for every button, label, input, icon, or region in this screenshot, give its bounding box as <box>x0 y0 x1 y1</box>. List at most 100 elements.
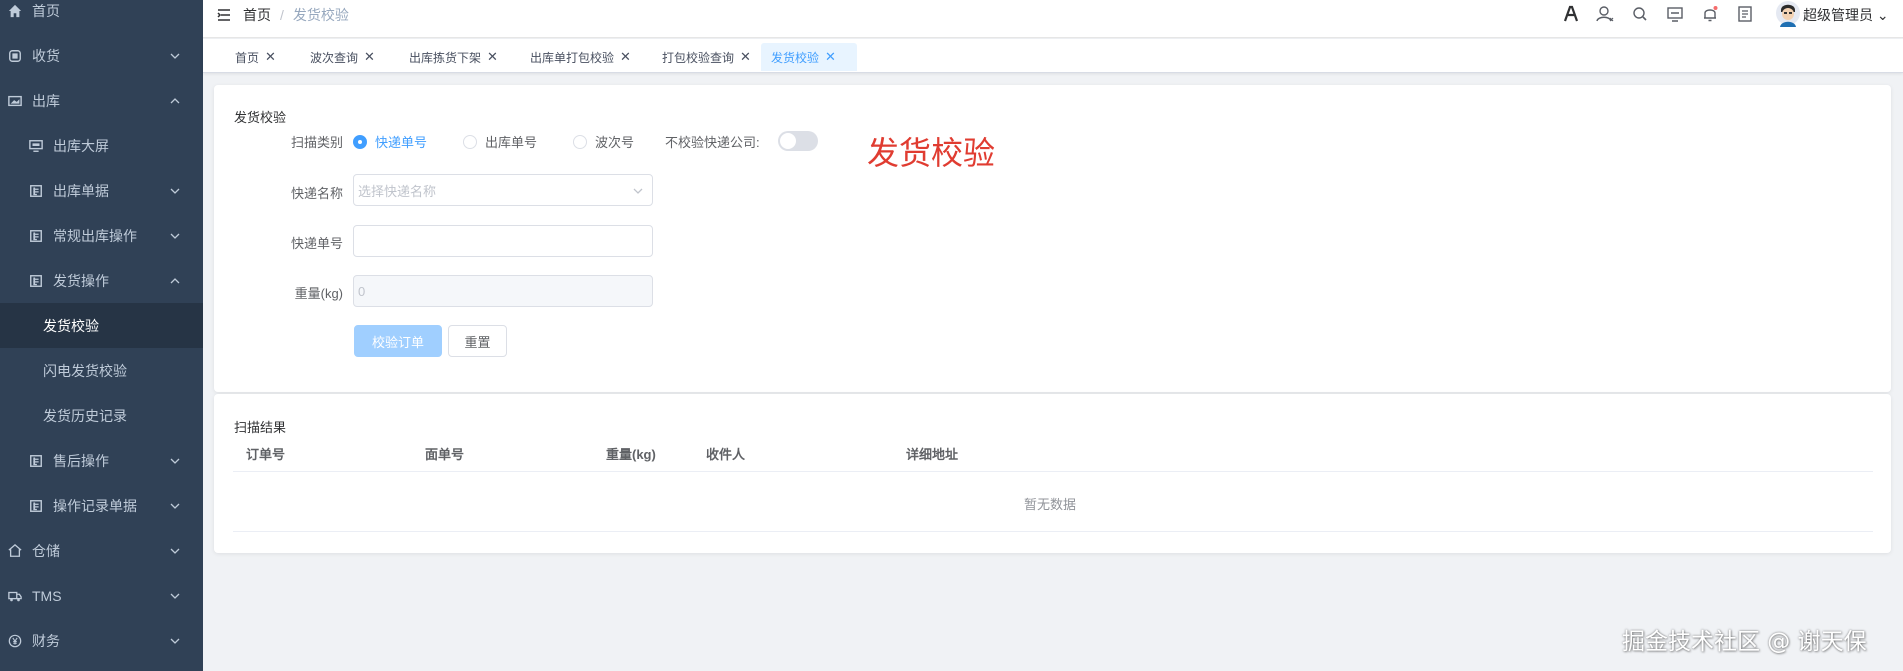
chevron-down-icon <box>169 184 181 196</box>
document-icon <box>29 274 43 288</box>
truck-icon <box>8 589 22 603</box>
radio-outbound-no[interactable]: 出库单号 <box>463 132 537 151</box>
table-empty-text: 暂无数据 <box>1024 497 1077 512</box>
chevron-down-icon <box>169 499 181 511</box>
sidebar-item-shipping-check[interactable]: 发货校验 <box>0 303 203 348</box>
chevron-down-icon: ⌄ <box>1873 7 1889 23</box>
no-check-express-label: 不校验快递公司: <box>665 135 760 150</box>
radio-dot <box>353 134 367 149</box>
sidebar-item-outbound-screen[interactable]: 出库大屏 <box>0 123 203 168</box>
user-icon[interactable] <box>1596 5 1614 23</box>
chevron-down-icon <box>169 634 181 646</box>
breadcrumb-home[interactable]: 首页 <box>243 7 271 23</box>
column-header-address: 详细地址 <box>906 447 959 462</box>
chevron-down-icon <box>169 49 181 61</box>
tag-home[interactable]: 首页 ✕ <box>225 43 286 71</box>
monitor-icon <box>29 139 43 153</box>
radio-express-no[interactable]: 快递单号 <box>353 132 427 151</box>
column-header-order-no: 订单号 <box>246 447 286 462</box>
sidebar-item-outbound[interactable]: 出库 <box>0 78 203 123</box>
sidebar-item-flash-shipping-check[interactable]: 闪电发货校验 <box>0 348 203 393</box>
table-divider <box>233 471 1873 472</box>
document-icon <box>29 454 43 468</box>
hamburger-icon[interactable] <box>216 7 232 23</box>
tag-outbound-picking[interactable]: 出库拣货下架 ✕ <box>399 43 508 71</box>
radio-dot <box>463 134 477 149</box>
sidebar-item-label: 操作记录单据 <box>53 497 137 514</box>
form-card-title: 发货校验 <box>234 110 287 125</box>
sidebar-item-label: 收货 <box>32 47 60 64</box>
sidebar-item-tms[interactable]: TMS <box>0 573 203 618</box>
close-icon[interactable]: ✕ <box>825 49 836 65</box>
sidebar-item-outbound-docs[interactable]: 出库单据 <box>0 168 203 213</box>
sidebar-item-shipping-history[interactable]: 发货历史记录 <box>0 393 203 438</box>
sidebar-item-receive[interactable]: 收货 <box>0 33 203 78</box>
font-size-icon[interactable] <box>1562 5 1580 23</box>
tag-label: 打包校验查询 <box>662 50 735 65</box>
chevron-down-icon <box>169 589 181 601</box>
sidebar-item-shipping-ops[interactable]: 发货操作 <box>0 258 203 303</box>
express-name-select[interactable]: 选择快递名称 <box>353 174 653 206</box>
sidebar-item-label: 仓储 <box>32 542 60 559</box>
chevron-down-icon <box>169 544 181 556</box>
express-name-placeholder: 选择快递名称 <box>358 183 437 199</box>
reset-button[interactable]: 重置 <box>448 325 507 357</box>
avatar[interactable] <box>1776 1 1800 27</box>
radio-label: 快递单号 <box>375 135 428 150</box>
no-check-express-switch[interactable] <box>778 131 818 151</box>
user-name[interactable]: 超级管理员 ⌄ <box>1803 5 1889 25</box>
tag-shipping-check[interactable]: 发货校验 ✕ <box>761 43 857 71</box>
sidebar-item-warehouse[interactable]: 仓储 <box>0 528 203 573</box>
receive-icon <box>8 49 22 63</box>
sidebar-item-operation-records[interactable]: 操作记录单据 <box>0 483 203 528</box>
sidebar-item-label: 出库单据 <box>53 182 109 199</box>
radio-wave-no[interactable]: 波次号 <box>573 132 634 151</box>
tag-wave-query[interactable]: 波次查询 ✕ <box>300 43 385 71</box>
tag-outbound-pack-check[interactable]: 出库单打包校验 ✕ <box>520 43 641 71</box>
document-icon <box>29 499 43 513</box>
watermark: 掘金技术社区 @ 谢天保 <box>1622 629 1867 655</box>
sidebar: 首页 收货 出库 出库大屏 出库单据 常规出库操作 发货操作 发货校验 闪电发货… <box>0 0 203 671</box>
tag-label: 出库拣货下架 <box>409 50 482 65</box>
sidebar-item-label: TMS <box>32 587 62 604</box>
breadcrumb-separator: / <box>280 7 284 23</box>
column-header-recipient: 收件人 <box>706 447 746 462</box>
tags-view: 首页 ✕ 波次查询 ✕ 出库拣货下架 ✕ 出库单打包校验 ✕ 打包校验查询 ✕ 发货校验 ✕ <box>203 39 1903 73</box>
outbound-icon <box>8 94 22 108</box>
column-header-weight: 重量(kg) <box>606 447 656 462</box>
tag-pack-check-query[interactable]: 打包校验查询 ✕ <box>652 43 761 71</box>
breadcrumb: 首页 / 发货校验 <box>243 5 349 25</box>
close-icon[interactable]: ✕ <box>740 49 751 65</box>
weight-value: 0 <box>358 283 366 299</box>
express-no-input[interactable] <box>353 225 653 257</box>
sidebar-item-regular-outbound[interactable]: 常规出库操作 <box>0 213 203 258</box>
chevron-down-icon <box>169 454 181 466</box>
tag-label: 首页 <box>235 50 260 65</box>
sidebar-item-label: 发货校验 <box>43 317 99 334</box>
radio-label: 出库单号 <box>485 135 538 150</box>
close-icon[interactable]: ✕ <box>265 49 276 65</box>
close-icon[interactable]: ✕ <box>620 49 631 65</box>
verify-order-button[interactable]: 校验订单 <box>354 325 442 357</box>
yen-icon <box>8 634 22 648</box>
sidebar-item-label: 财务 <box>32 632 60 649</box>
sidebar-item-home[interactable]: 首页 <box>0 0 203 33</box>
close-icon[interactable]: ✕ <box>364 49 375 65</box>
screen-icon[interactable] <box>1666 5 1684 23</box>
navbar: 首页 / 发货校验 超级管理员 ⌄ <box>203 0 1903 38</box>
document-icon <box>29 184 43 198</box>
doc-icon[interactable] <box>1736 5 1754 23</box>
sidebar-item-finance[interactable]: 财务 <box>0 618 203 663</box>
close-icon[interactable]: ✕ <box>487 49 498 65</box>
sidebar-item-label: 出库大屏 <box>53 137 109 154</box>
sidebar-item-label: 发货历史记录 <box>43 407 127 424</box>
bell-icon[interactable] <box>1701 5 1719 23</box>
sidebar-item-after-sales[interactable]: 售后操作 <box>0 438 203 483</box>
radio-label: 波次号 <box>595 135 635 150</box>
express-name-label: 快递名称 <box>290 186 343 201</box>
user-name-label: 超级管理员 <box>1803 7 1873 23</box>
sidebar-item-label: 售后操作 <box>53 452 109 469</box>
weight-label: 重量(kg) <box>294 286 343 301</box>
tag-label: 出库单打包校验 <box>530 50 615 65</box>
search-icon[interactable] <box>1631 5 1649 23</box>
